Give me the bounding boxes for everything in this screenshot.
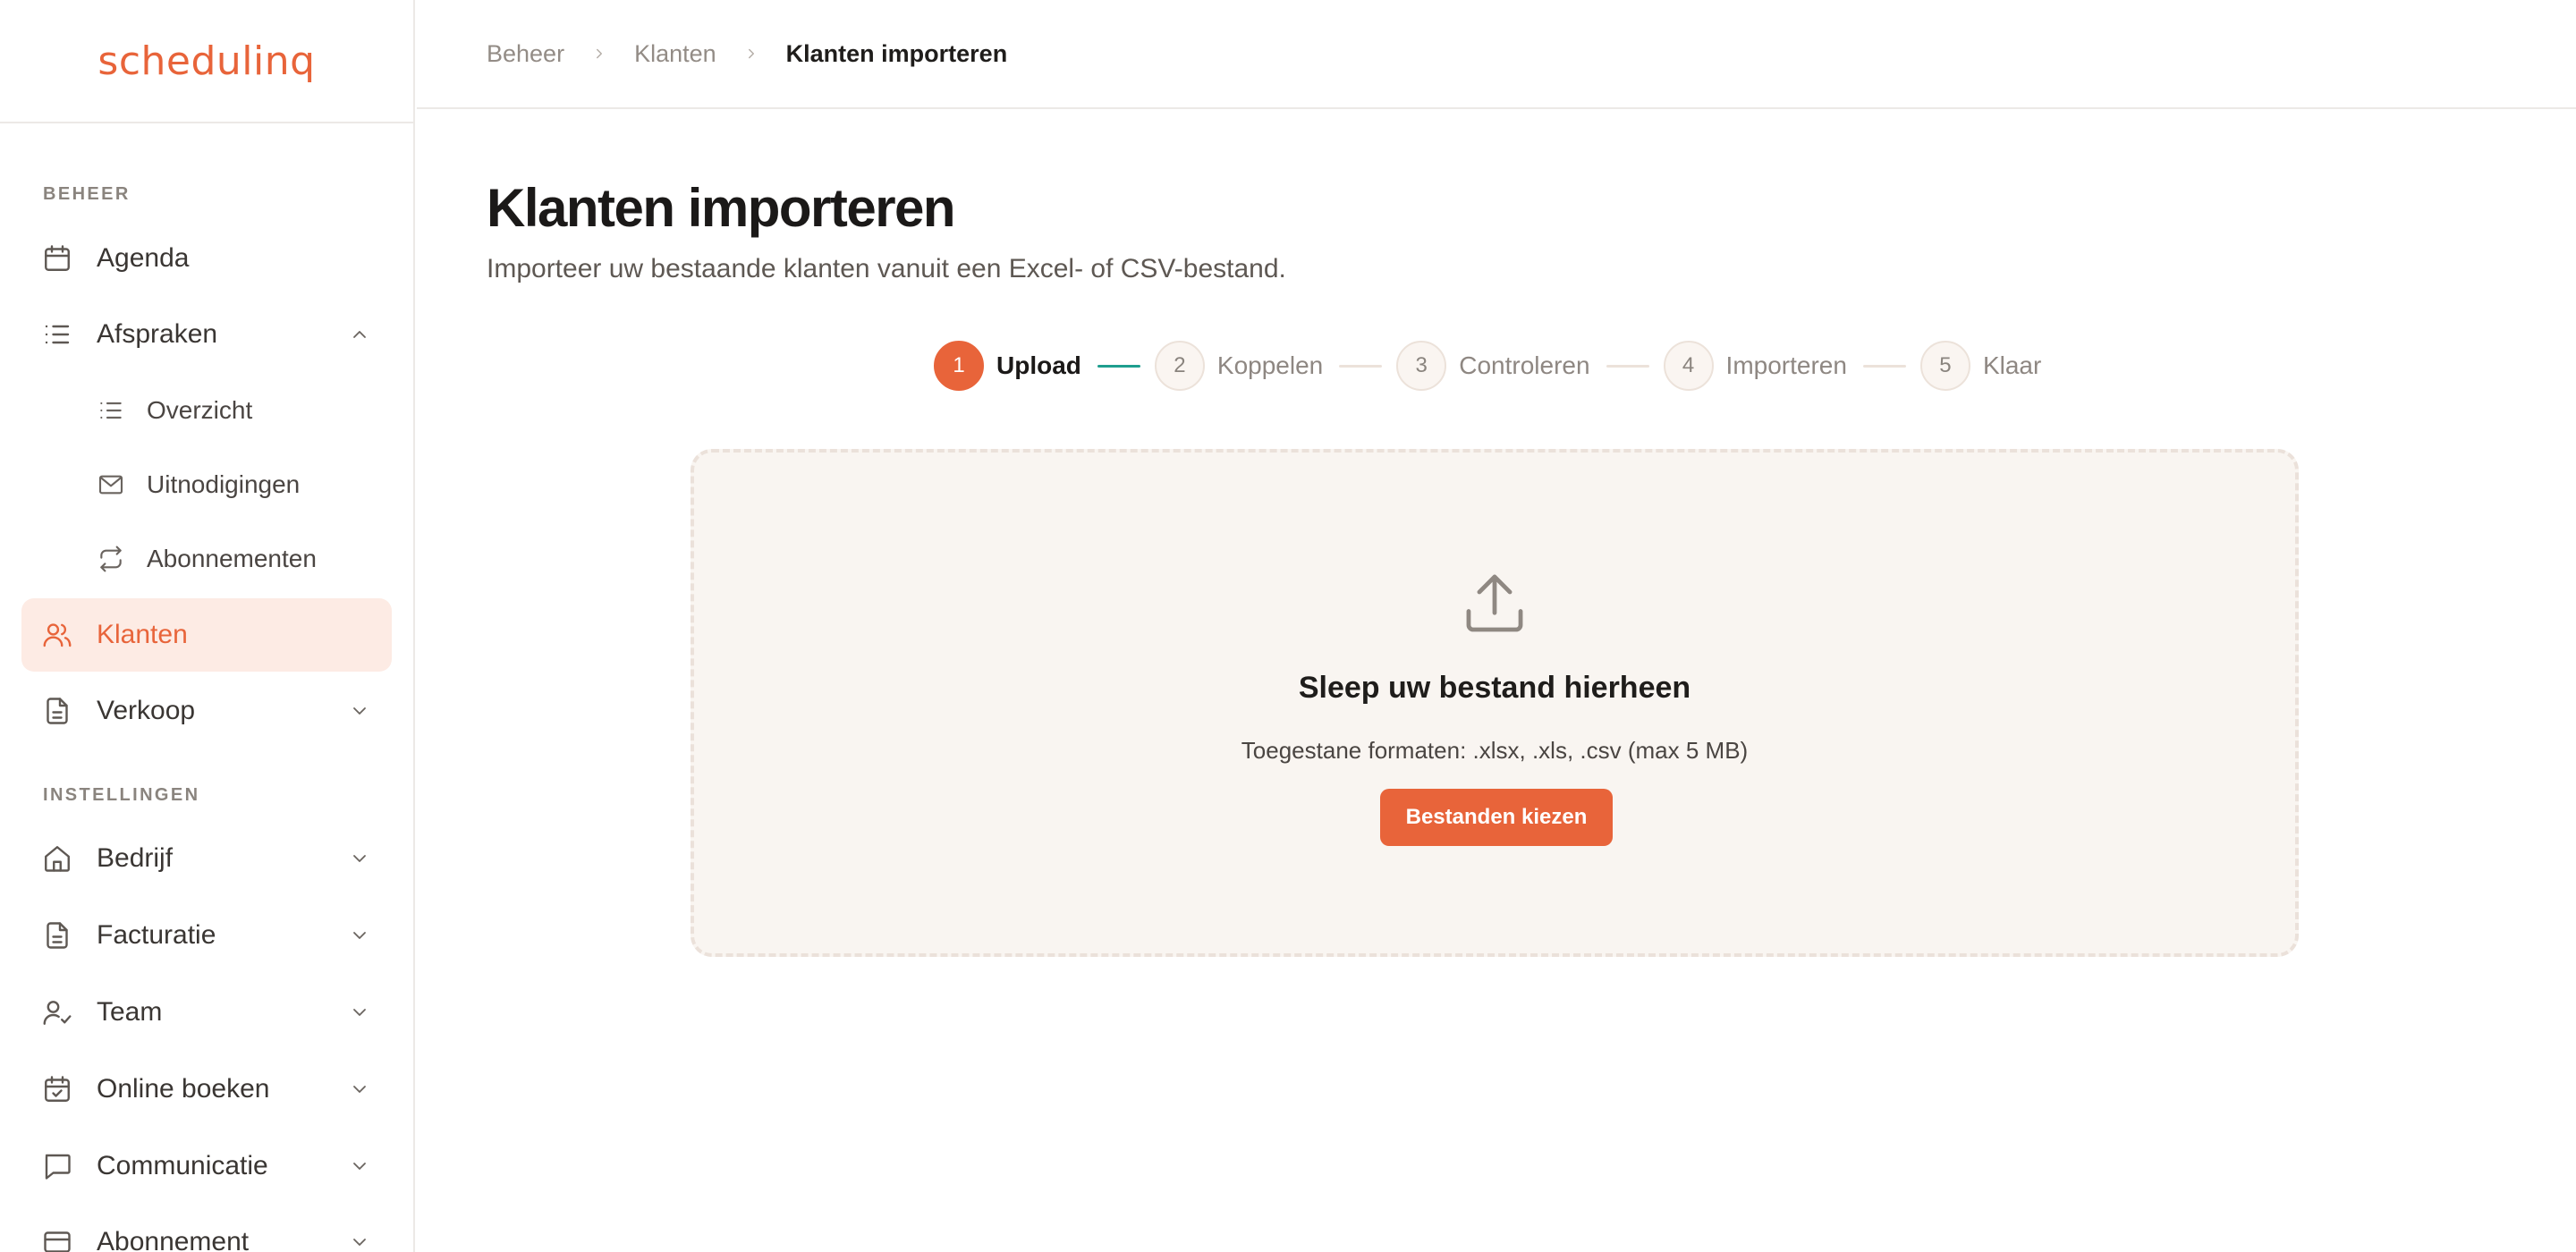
sidebar-item-communicatie[interactable]: Communicatie [21, 1129, 392, 1203]
sidebar-item-label: Verkoop [97, 696, 196, 725]
file-dropzone[interactable]: Sleep uw bestand hierheen Toegestane for… [691, 449, 2299, 957]
sidebar-item-abonnement[interactable]: Abonnement [21, 1205, 392, 1252]
home-icon [41, 842, 73, 875]
sidebar-item-label: Agenda [97, 243, 190, 273]
breadcrumb-item-beheer[interactable]: Beheer [487, 40, 564, 68]
chevron-down-icon[interactable] [349, 1002, 370, 1023]
sidebar-item-overzicht[interactable]: Overzicht [21, 374, 392, 447]
users-icon [41, 619, 73, 651]
chevron-right-icon [591, 46, 607, 62]
calendar-check-icon [41, 1073, 73, 1105]
breadcrumb: Beheer Klanten Klanten importeren [417, 0, 2576, 109]
sidebar-item-agenda[interactable]: Agenda [21, 222, 392, 295]
step-label: Controleren [1459, 351, 1590, 379]
step-koppelen: 2 Koppelen [1154, 341, 1324, 391]
sidebar-item-label: Team [97, 997, 163, 1027]
page-subtitle: Importeer uw bestaande klanten vanuit ee… [487, 254, 1286, 283]
dropzone-title: Sleep uw bestand hierheen [1298, 671, 1691, 705]
sidebar-item-label: Communicatie [97, 1151, 268, 1180]
step-label: Importeren [1725, 351, 1847, 379]
step-label: Koppelen [1216, 351, 1324, 379]
app-logo[interactable]: schedulinq [97, 38, 315, 84]
document-icon [41, 919, 73, 952]
calendar-icon [41, 242, 73, 275]
step-label: Klaar [1982, 351, 2042, 379]
sidebar-item-uitnodigingen[interactable]: Uitnodigingen [21, 448, 392, 521]
sidebar-item-afspraken[interactable]: Afspraken [21, 298, 392, 371]
sidebar-item-verkoop[interactable]: Verkoop [21, 674, 392, 748]
sidebar-item-label: Facturatie [97, 920, 216, 950]
list-icon [97, 396, 125, 425]
breadcrumb-item-klanten[interactable]: Klanten [634, 40, 716, 68]
chat-icon [41, 1150, 73, 1182]
logo-container[interactable]: schedulinq [0, 0, 413, 123]
list-icon [41, 318, 73, 351]
chevron-down-icon[interactable] [349, 700, 370, 722]
step-connector [1606, 364, 1649, 368]
section-label-beheer: BEHEER [43, 184, 131, 204]
sidebar-item-online-boeken[interactable]: Online boeken [21, 1053, 392, 1126]
chevron-right-icon [743, 46, 759, 62]
mail-icon [97, 470, 125, 499]
step-klaar: 5 Klaar [1919, 341, 2042, 391]
sidebar-item-label: Abonnement [97, 1227, 250, 1252]
sidebar-item-label: Klanten [97, 620, 188, 649]
step-number: 2 [1154, 341, 1205, 391]
breadcrumb-item-current: Klanten importeren [785, 39, 1008, 67]
chevron-up-icon[interactable] [349, 324, 370, 345]
sidebar-item-label: Afspraken [97, 319, 218, 349]
sidebar-item-abonnementen[interactable]: Abonnementen [21, 522, 392, 596]
step-number: 4 [1663, 341, 1714, 391]
main-content: Klanten importeren Importeer uw bestaand… [417, 109, 2576, 1252]
step-number: 5 [1919, 341, 1970, 391]
section-label-instellingen: INSTELLINGEN [43, 785, 200, 805]
choose-files-button[interactable]: Bestanden kiezen [1380, 789, 1613, 846]
sidebar: schedulinq BEHEER Agenda Afspraken Overz… [0, 0, 415, 1252]
step-controleren: 3 Controleren [1396, 341, 1590, 391]
step-upload: 1 Upload [934, 341, 1081, 391]
chevron-down-icon[interactable] [349, 1231, 370, 1252]
import-stepper: 1 Upload 2 Koppelen 3 Controleren 4 Impo… [934, 340, 2041, 392]
chevron-down-icon[interactable] [349, 848, 370, 869]
page-title: Klanten importeren [487, 178, 956, 238]
card-icon [41, 1226, 73, 1252]
user-check-icon [41, 996, 73, 1028]
chevron-down-icon[interactable] [349, 925, 370, 946]
upload-icon [1458, 567, 1531, 640]
sidebar-item-label: Online boeken [97, 1074, 270, 1104]
step-number: 1 [934, 341, 984, 391]
sidebar-item-label: Abonnementen [147, 545, 317, 572]
step-connector [1339, 364, 1383, 368]
app-root: schedulinq BEHEER Agenda Afspraken Overz… [0, 0, 2576, 1252]
dropzone-formats: Toegestane formaten: .xlsx, .xls, .csv (… [1241, 737, 1749, 764]
sidebar-item-bedrijf[interactable]: Bedrijf [21, 822, 392, 895]
chevron-down-icon[interactable] [349, 1079, 370, 1100]
chevron-down-icon[interactable] [349, 1155, 370, 1177]
step-connector [1862, 364, 1906, 368]
sidebar-item-label: Uitnodigingen [147, 470, 301, 498]
repeat-icon [97, 545, 125, 573]
sidebar-item-label: Overzicht [147, 396, 253, 424]
step-label: Upload [996, 351, 1081, 379]
sidebar-item-team[interactable]: Team [21, 976, 392, 1049]
document-icon [41, 695, 73, 727]
sidebar-item-label: Bedrijf [97, 843, 174, 873]
step-connector [1097, 364, 1140, 368]
step-importeren: 4 Importeren [1663, 341, 1847, 391]
step-number: 3 [1396, 341, 1447, 391]
sidebar-item-facturatie[interactable]: Facturatie [21, 899, 392, 972]
sidebar-item-klanten[interactable]: Klanten [21, 598, 392, 672]
